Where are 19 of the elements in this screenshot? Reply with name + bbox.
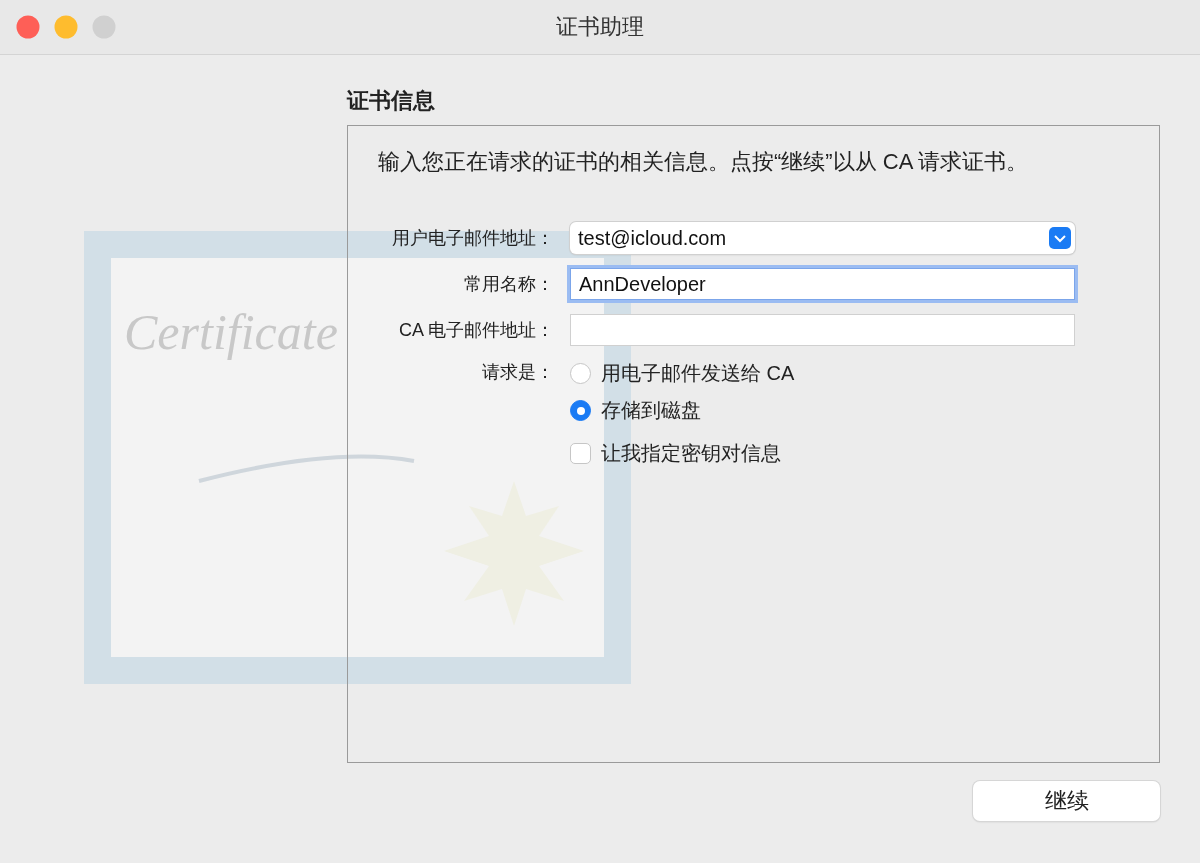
checkbox[interactable] [570, 443, 591, 464]
minimize-button[interactable] [54, 15, 78, 39]
zoom-button[interactable] [92, 15, 116, 39]
chevron-icon [1049, 227, 1071, 249]
field-label: CA 电子邮件地址： [398, 319, 554, 342]
input-field[interactable] [570, 314, 1075, 346]
section-heading: 证书信息 [347, 87, 436, 115]
email-select[interactable]: test@icloud.com [570, 222, 1075, 254]
checkbox-label: 让我指定密钥对信息 [601, 441, 781, 466]
continue-button[interactable]: 继续 [973, 781, 1160, 821]
close-button[interactable] [16, 15, 40, 39]
field-label: 用户电子邮件地址： [391, 227, 554, 250]
field-label: 常用名称： [463, 273, 554, 296]
description-text: 输入您正在请求的证书的相关信息。点按“继续”以从 CA 请求证书。 [378, 148, 1030, 176]
window-title: 证书助理 [556, 13, 644, 41]
option-label: 存储到磁盘 [601, 398, 701, 423]
option-label: 用电子邮件发送给 CA [601, 361, 795, 386]
field-label: 请求是： [481, 361, 554, 384]
input-field[interactable]: AnnDeveloper [570, 268, 1075, 300]
